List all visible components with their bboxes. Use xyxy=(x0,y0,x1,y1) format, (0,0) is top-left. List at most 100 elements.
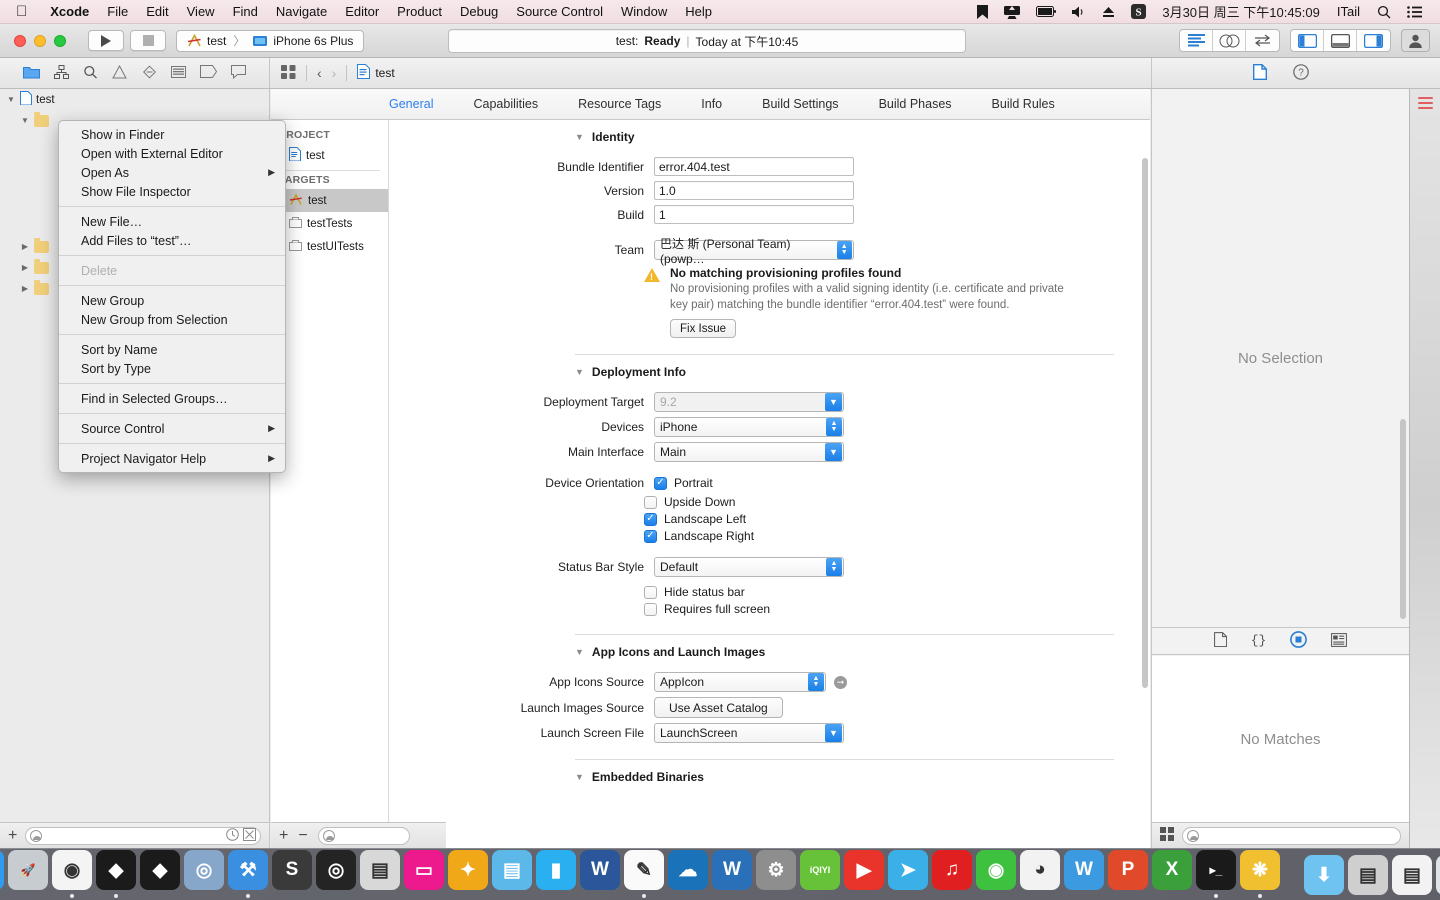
menu-item-navigate[interactable]: Navigate xyxy=(267,4,336,19)
search-icon[interactable] xyxy=(1369,5,1399,19)
notification-center-icon[interactable] xyxy=(1399,5,1430,18)
keynote-icon[interactable]: ▤ xyxy=(492,850,532,890)
checkbox[interactable]: ✓ xyxy=(644,529,657,543)
openoffice-icon[interactable]: ☁ xyxy=(668,850,708,890)
netease-music-icon[interactable]: ♫ xyxy=(932,850,972,890)
chevron-down-icon[interactable]: ▼ xyxy=(825,724,842,743)
dock-item-media-player[interactable]: ▶ xyxy=(842,850,886,898)
add-item-button[interactable]: + xyxy=(8,827,17,844)
dock-item-system-preferences[interactable]: ⚙ xyxy=(754,850,798,898)
chevron-down-icon[interactable]: ▼ xyxy=(575,367,584,377)
target-row-test[interactable]: test xyxy=(271,189,388,212)
orientation-checkbox-portrait[interactable]: ✓ Portrait xyxy=(654,476,713,490)
use-asset-catalog-button[interactable]: Use Asset Catalog xyxy=(654,697,783,719)
chevron-right-icon[interactable]: ▶ xyxy=(20,263,30,272)
target-row-testUITests[interactable]: testUITests xyxy=(271,235,388,258)
finder-icon[interactable]: ☺ xyxy=(0,850,4,890)
related-items-icon[interactable] xyxy=(281,64,296,82)
breadcrumb[interactable]: test xyxy=(357,64,395,82)
launchpad-icon[interactable]: 🚀 xyxy=(8,850,48,890)
scheme-name[interactable]: test xyxy=(207,34,226,48)
google-chrome-icon[interactable]: ◉ xyxy=(52,850,92,890)
dock-item-xcode[interactable]: ⚒ xyxy=(226,850,270,898)
photo-booth-icon[interactable]: ◎ xyxy=(316,850,356,890)
dock-item-unity-hub[interactable]: ◆ xyxy=(138,850,182,898)
app-icons-section-header[interactable]: ▼ App Icons and Launch Images xyxy=(389,635,1150,667)
trash-icon[interactable]: 🗑 xyxy=(1436,855,1440,895)
dock-item-microsoft-word[interactable]: W xyxy=(578,850,622,898)
hummingbird-app-icon[interactable]: ➤ xyxy=(888,850,928,890)
dock-item-display[interactable]: ▭ xyxy=(402,850,446,898)
volume-icon[interactable] xyxy=(1064,6,1094,18)
menu-bar-user[interactable]: ITail xyxy=(1328,4,1369,19)
screen-share-icon[interactable] xyxy=(996,5,1028,19)
tab-build-settings[interactable]: Build Settings xyxy=(762,97,838,111)
chevron-down-icon[interactable]: ▼ xyxy=(825,443,842,462)
dock-item-wps-w[interactable]: W xyxy=(1062,850,1106,898)
quick-help-icon[interactable]: ? xyxy=(1292,63,1309,83)
target-row-testTests[interactable]: testTests xyxy=(271,212,388,235)
context-menu-item-open-with-external-editor[interactable]: Open with External Editor xyxy=(59,144,285,163)
account-button[interactable] xyxy=(1401,29,1430,52)
object-library-icon[interactable] xyxy=(1290,631,1307,651)
apple-logo-icon[interactable]:  xyxy=(0,4,41,19)
dock-item-documents-stack[interactable]: ▤ xyxy=(1390,855,1434,898)
context-menu-item-show-in-finder[interactable]: Show in Finder xyxy=(59,125,285,144)
image-capture-icon[interactable]: ▤ xyxy=(360,850,400,890)
battery-icon[interactable] xyxy=(1028,6,1064,17)
dock-item-sublime-text[interactable]: S xyxy=(270,850,314,898)
unity-icon[interactable]: ◆ xyxy=(96,850,136,890)
file-inspector-icon[interactable] xyxy=(1252,63,1267,83)
add-target-button[interactable]: + xyxy=(279,827,288,844)
tab-build-phases[interactable]: Build Phases xyxy=(879,97,952,111)
chevron-down-icon[interactable]: ▼ xyxy=(575,132,584,142)
context-menu-item-sort-by-type[interactable]: Sort by Type xyxy=(59,359,285,378)
microsoft-word-icon[interactable]: W xyxy=(580,850,620,890)
menu-item-xcode[interactable]: Xcode xyxy=(41,4,98,19)
tab-build-rules[interactable]: Build Rules xyxy=(992,97,1055,111)
menu-item-window[interactable]: Window xyxy=(612,4,676,19)
build-input[interactable]: 1 xyxy=(654,205,854,224)
unity-hub-icon[interactable]: ◆ xyxy=(140,850,180,890)
team-select[interactable]: 巴达 斯 (Personal Team) (powp… ▲ ▼ xyxy=(654,237,854,266)
zoom-button[interactable] xyxy=(54,34,66,47)
display-icon[interactable]: ▭ xyxy=(404,850,444,890)
dock-item-ibooks[interactable]: ▮ xyxy=(534,850,578,898)
stepper-icon[interactable]: ▲ ▼ xyxy=(808,673,824,692)
navigator-filter-field[interactable] xyxy=(25,826,261,845)
activity-status-view[interactable]: test: Ready | Today at 下午10:45 xyxy=(448,29,966,53)
chevron-right-icon[interactable]: ▶ xyxy=(20,242,30,251)
chevron-down-icon[interactable]: ▼ xyxy=(20,116,30,125)
rider-icon[interactable]: ◎ xyxy=(184,850,224,890)
terminal-icon[interactable]: ▸_ xyxy=(1196,850,1236,890)
deployment-target-select[interactable]: 9.2 ▼ xyxy=(654,392,844,413)
dock-item-launchpad[interactable]: 🚀 xyxy=(6,850,50,898)
dock-item-color-wheel-app[interactable]: ❋ xyxy=(1238,850,1282,898)
recent-files-icon[interactable] xyxy=(226,827,239,844)
dock-item-openoffice[interactable]: ☁ xyxy=(666,850,710,898)
documents-stack-icon[interactable]: ▤ xyxy=(1392,855,1432,895)
menu-item-help[interactable]: Help xyxy=(676,4,721,19)
forward-button[interactable]: › xyxy=(332,65,337,81)
find-navigator-icon[interactable] xyxy=(83,65,98,82)
wps-spreadsheet-icon[interactable]: X xyxy=(1152,850,1192,890)
utilities-scrollbar[interactable] xyxy=(1400,419,1406,619)
orientation-checkbox-landscape-left[interactable]: ✓ Landscape Left xyxy=(644,512,1150,526)
devices-select[interactable]: iPhone ▲ ▼ xyxy=(654,417,844,438)
chevron-down-icon[interactable]: ▼ xyxy=(575,647,584,657)
dock-item-downloads-folder[interactable]: ⬇ xyxy=(1302,855,1346,898)
arrow-right-circle-icon[interactable]: ➞ xyxy=(834,675,847,689)
menu-bar-clock[interactable]: 3月30日 周三 下午10:45:09 xyxy=(1154,2,1328,21)
context-menu-item-find-in-selected-groups[interactable]: Find in Selected Groups… xyxy=(59,389,285,408)
identity-section-header[interactable]: ▼ Identity xyxy=(389,120,1150,152)
menu-item-view[interactable]: View xyxy=(178,4,224,19)
dock-item-wps-writer[interactable]: W xyxy=(710,850,754,898)
qq-icon[interactable]: ◕ xyxy=(1020,850,1060,890)
dock-item-qq[interactable]: ◕ xyxy=(1018,850,1062,898)
context-menu-item-new-file[interactable]: New File… xyxy=(59,212,285,231)
wechat-icon[interactable]: ◉ xyxy=(976,850,1016,890)
context-menu-item-source-control[interactable]: Source Control ▶ xyxy=(59,419,285,438)
dock-item-notes[interactable]: ✎ xyxy=(622,850,666,898)
debug-area-toggle-button[interactable] xyxy=(1324,30,1357,51)
dock-item-wps-presentation[interactable]: P xyxy=(1106,850,1150,898)
